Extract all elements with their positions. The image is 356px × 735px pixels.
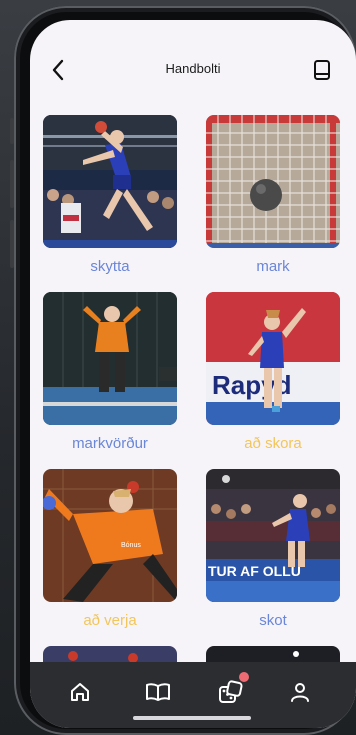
book-open-icon (146, 683, 170, 701)
word-card-markvordur[interactable]: markvörður (43, 292, 177, 452)
dice-icon (219, 680, 243, 703)
svg-text:TUR AF OLLU: TUR AF OLLU (208, 563, 301, 579)
user-icon (291, 683, 309, 702)
home-icon (71, 683, 89, 701)
word-label: að skora (244, 435, 302, 452)
word-label: mark (256, 258, 290, 275)
celebrating-player-image: Rapyd (206, 292, 340, 425)
goalkeeper-image (43, 292, 177, 425)
side-button (10, 220, 14, 268)
goal-net-image (206, 115, 340, 248)
nav-profile-button[interactable] (284, 676, 316, 708)
word-card-mark[interactable]: mark (206, 115, 340, 275)
book-button[interactable] (312, 58, 332, 82)
goalkeeper-save-image: Bónus (43, 469, 177, 602)
nav-book-button[interactable] (142, 676, 174, 708)
word-card-skytta[interactable]: skytta (43, 115, 177, 275)
home-indicator (133, 716, 251, 720)
app-screen: Handbolti skytta mark markvörður Rapyd a… (30, 20, 356, 728)
word-label: skytta (90, 258, 130, 275)
word-label: skot (259, 612, 287, 629)
notification-badge (239, 672, 249, 682)
nav-home-button[interactable] (64, 676, 96, 708)
word-label: að verja (83, 612, 137, 629)
player-shooting-image: TUR AF OLLU (206, 469, 340, 602)
word-card-ad-skora[interactable]: Rapyd að skora (206, 292, 340, 452)
side-button (10, 160, 14, 208)
side-button (10, 118, 14, 144)
nav-games-button[interactable] (215, 672, 249, 708)
page-title: Handbolti (165, 61, 221, 76)
book-icon (314, 60, 330, 80)
header: Handbolti (30, 20, 356, 110)
bottom-nav (30, 662, 356, 728)
word-card-ad-verja[interactable]: Bónus að verja (43, 469, 177, 629)
svg-text:Bónus: Bónus (121, 542, 141, 549)
word-card-skot[interactable]: TUR AF OLLU skot (206, 469, 340, 629)
handball-player-image (43, 115, 177, 248)
word-label: markvörður (72, 435, 148, 452)
